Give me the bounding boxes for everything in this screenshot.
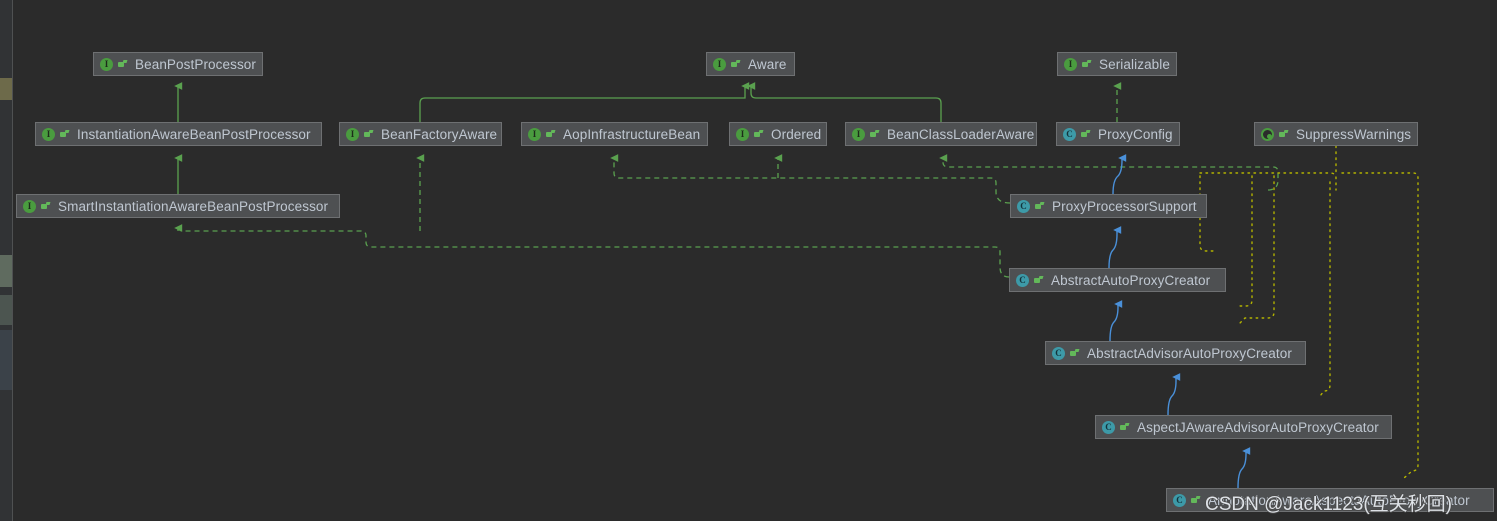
uml-node-serializable[interactable]: I Serializable xyxy=(1057,52,1177,76)
interface-icon: I xyxy=(852,127,865,141)
visibility-plug-icon xyxy=(40,201,51,212)
class-icon: C xyxy=(1052,346,1065,360)
visibility-plug-icon xyxy=(1119,422,1130,433)
uml-node-beanPostProcessor[interactable]: I BeanPostProcessor xyxy=(93,52,263,76)
uml-class-diagram-canvas[interactable]: CSDN @Jack1123(互关秒回) I BeanPostProcessor I… xyxy=(0,0,1497,521)
class-icon: C xyxy=(1017,199,1030,213)
uml-node-label: ProxyProcessorSupport xyxy=(1052,198,1197,214)
uml-node-label: SuppressWarnings xyxy=(1296,126,1412,142)
gutter-mark[interactable] xyxy=(0,330,12,390)
implements-edges xyxy=(174,82,1279,278)
uml-node-label: ProxyConfig xyxy=(1098,126,1173,142)
uml-node-annotationAwareAspectJAutoProxyCreator[interactable]: C AnnotationAwareAspectJAutoProxyCreator xyxy=(1166,488,1494,512)
class-icon: C xyxy=(1173,493,1186,507)
uml-node-aware[interactable]: I Aware xyxy=(706,52,795,76)
interface-icon: I xyxy=(346,127,359,141)
uml-node-label: AopInfrastructureBean xyxy=(563,126,701,142)
uml-node-beanFactoryAware[interactable]: I BeanFactoryAware xyxy=(339,122,502,146)
editor-gutter[interactable] xyxy=(0,0,13,521)
gutter-mark[interactable] xyxy=(0,255,12,287)
uml-node-suppressWarnings[interactable]: SuppressWarnings xyxy=(1254,122,1418,146)
visibility-plug-icon xyxy=(1278,129,1289,140)
gutter-mark[interactable] xyxy=(0,295,12,325)
class-icon: C xyxy=(1102,420,1115,434)
visibility-plug-icon xyxy=(59,129,70,140)
uml-node-ordered[interactable]: I Ordered xyxy=(729,122,827,146)
uml-node-label: BeanFactoryAware xyxy=(381,126,498,142)
visibility-plug-icon xyxy=(117,59,128,70)
uml-node-abstractAutoProxyCreator[interactable]: C AbstractAutoProxyCreator xyxy=(1009,268,1226,292)
visibility-plug-icon xyxy=(363,129,374,140)
visibility-plug-icon xyxy=(1069,348,1080,359)
uml-node-label: AspectJAwareAdvisorAutoProxyCreator xyxy=(1137,419,1379,435)
visibility-plug-icon xyxy=(869,129,880,140)
uml-node-label: Ordered xyxy=(771,126,822,142)
visibility-plug-icon xyxy=(1033,275,1044,286)
visibility-plug-icon xyxy=(753,129,764,140)
uml-node-label: AbstractAutoProxyCreator xyxy=(1051,272,1211,288)
uml-node-label: BeanClassLoaderAware xyxy=(887,126,1035,142)
uml-node-label: AbstractAdvisorAutoProxyCreator xyxy=(1087,345,1292,361)
interface-icon: I xyxy=(736,127,749,141)
gutter-mark[interactable] xyxy=(0,78,12,100)
interface-icon: I xyxy=(23,199,36,213)
interface-icon: I xyxy=(713,57,726,71)
interface-icon: I xyxy=(528,127,541,141)
uml-node-label: Serializable xyxy=(1099,56,1170,72)
uml-node-label: InstantiationAwareBeanPostProcessor xyxy=(77,126,311,142)
visibility-plug-icon xyxy=(1034,201,1045,212)
class-icon: C xyxy=(1016,273,1029,287)
visibility-plug-icon xyxy=(730,59,741,70)
uml-node-label: Aware xyxy=(748,56,787,72)
uml-node-proxyProcessorSupport[interactable]: C ProxyProcessorSupport xyxy=(1010,194,1207,218)
uml-node-abstractAdvisorAutoProxyCreator[interactable]: C AbstractAdvisorAutoProxyCreator xyxy=(1045,341,1306,365)
class-icon: C xyxy=(1063,127,1076,141)
interface-icon: I xyxy=(42,127,55,141)
annotation-icon xyxy=(1261,127,1274,141)
relationship-links-layer xyxy=(174,82,1419,489)
uml-node-smartInstantiationAwareBPP[interactable]: I SmartInstantiationAwareBeanPostProcesso… xyxy=(16,194,340,218)
uml-node-aspectJAwareAdvisorAutoProxyCreator[interactable]: C AspectJAwareAdvisorAutoProxyCreator xyxy=(1095,415,1392,439)
visibility-plug-icon xyxy=(545,129,556,140)
uml-node-proxyConfig[interactable]: C ProxyConfig xyxy=(1056,122,1180,146)
uml-node-label: BeanPostProcessor xyxy=(135,56,257,72)
uml-node-label: AnnotationAwareAspectJAutoProxyCreator xyxy=(1208,492,1470,508)
interface-icon: I xyxy=(1064,57,1077,71)
uml-node-beanClassLoaderAware[interactable]: I BeanClassLoaderAware xyxy=(845,122,1037,146)
visibility-plug-icon xyxy=(1081,59,1092,70)
uml-node-aopInfrastructureBean[interactable]: I AopInfrastructureBean xyxy=(521,122,708,146)
visibility-plug-icon xyxy=(1080,129,1091,140)
interface-icon: I xyxy=(100,57,113,71)
uml-node-instantiationAwareBPP[interactable]: I InstantiationAwareBeanPostProcessor xyxy=(35,122,322,146)
uml-node-label: SmartInstantiationAwareBeanPostProcessor xyxy=(58,198,329,214)
visibility-plug-icon xyxy=(1190,495,1201,506)
